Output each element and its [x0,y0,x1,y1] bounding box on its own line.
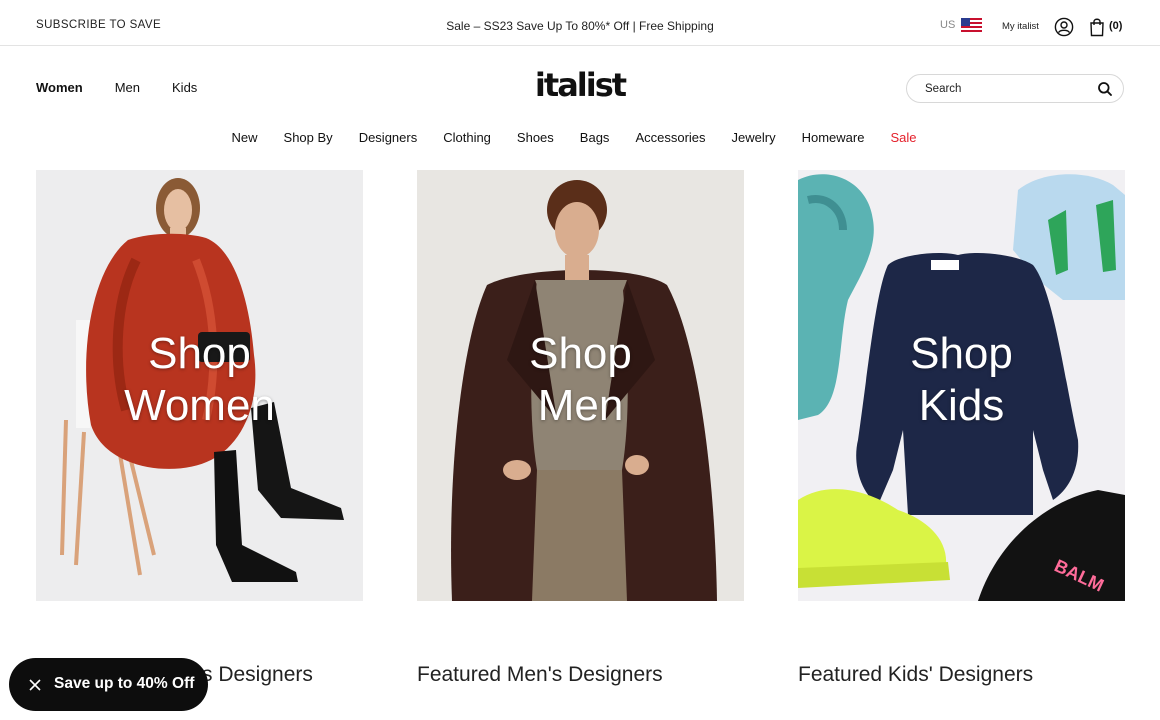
subscribe-link[interactable]: SUBSCRIBE TO SAVE [36,19,161,31]
region-code: US [940,19,956,31]
nav-homeware[interactable]: Homeware [802,130,865,145]
bag-count[interactable]: (0) [1109,20,1122,32]
featured-womens-designers-heading: s Designers [202,663,313,686]
region-selector[interactable]: US [940,18,983,32]
search-box [906,74,1124,103]
promo-text[interactable]: Sale – SS23 Save Up To 80%* Off | Free S… [446,19,714,33]
search-input[interactable] [925,81,1085,97]
nav-designers[interactable]: Designers [359,130,418,145]
gender-tab-kids[interactable]: Kids [172,80,197,95]
search-icon[interactable] [1097,81,1113,97]
gender-tab-women[interactable]: Women [36,80,83,95]
account-icon[interactable] [1054,17,1074,37]
us-flag-icon [961,18,983,32]
shop-women-card[interactable]: Shop Women [36,170,363,601]
promo-banner: Sale – SS23 Save Up To 80%* Off | Free S… [0,19,1160,33]
nav-new[interactable]: New [232,130,258,145]
nav-sale[interactable]: Sale [890,130,916,145]
save-promo-pill[interactable]: Save up to 40% Off [9,658,208,711]
shop-kids-card[interactable]: BALM Shop Kids [798,170,1125,601]
nav-shoes[interactable]: Shoes [517,130,554,145]
category-nav: New Shop By Designers Clothing Shoes Bag… [0,130,1160,145]
nav-bags[interactable]: Bags [580,130,610,145]
nav-jewelry[interactable]: Jewelry [732,130,776,145]
gender-tab-men[interactable]: Men [115,80,140,95]
italist-logo[interactable]: italist [535,66,627,104]
featured-mens-designers-heading: Featured Men's Designers [417,663,663,686]
gender-nav: Women Men Kids [36,80,197,95]
shop-women-label: Shop Women [124,329,275,430]
nav-clothing[interactable]: Clothing [443,130,491,145]
shop-men-label: Shop Men [529,329,632,430]
shopping-bag-icon[interactable] [1089,17,1105,37]
promo-bar: SUBSCRIBE TO SAVE Sale – SS23 Save Up To… [0,0,1160,46]
shop-men-card[interactable]: Shop Men [417,170,744,601]
promo-pill-text: Save up to 40% Off [54,675,195,692]
shop-kids-label: Shop Kids [910,329,1013,430]
close-icon[interactable] [29,679,41,691]
nav-shop-by[interactable]: Shop By [284,130,333,145]
featured-kids-designers-heading: Featured Kids' Designers [798,663,1034,686]
my-italist-link[interactable]: My italist [1002,21,1039,32]
nav-accessories[interactable]: Accessories [635,130,705,145]
